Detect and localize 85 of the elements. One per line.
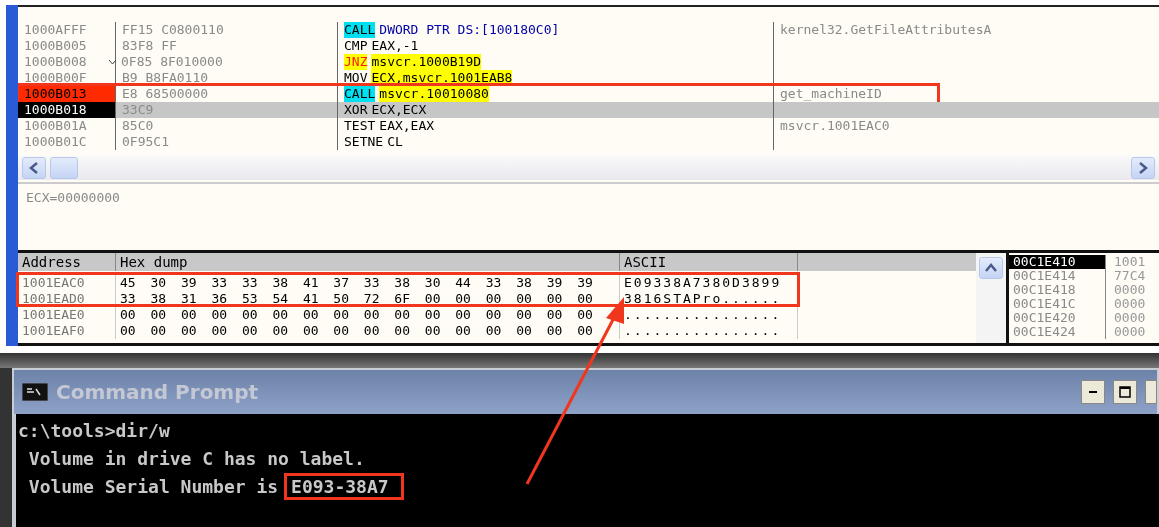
scroll-left-button[interactable] — [22, 156, 46, 179]
mnemonic: CMP — [344, 38, 368, 54]
hex-cell: E8 68500000 — [122, 86, 209, 102]
chevron-left-icon — [29, 161, 39, 174]
mnemonic: CALL — [344, 86, 376, 102]
console-icon — [22, 383, 48, 401]
address-cell: 1000B018 — [18, 102, 115, 118]
dump-row[interactable]: 1001EAF0 00 00 00 00 00 00 00 00 00 00 00 00 00 00 00 00 ................ — [18, 323, 976, 339]
mnemonic: XOR — [344, 102, 368, 118]
ascii-text: E09338A7380D3899 — [624, 275, 782, 290]
operand: DWORD PTR DS:[100180C0] — [379, 22, 560, 38]
mnemonic: CALL — [344, 22, 376, 38]
disassembly-row[interactable]: 1000B018 33C9 XOR ECX,ECX — [18, 102, 1159, 118]
stack-address: 00C1E424 — [1012, 325, 1077, 339]
address-cell: 1001EAC0 — [22, 275, 85, 290]
hex-cell: 0F85 8F010000 — [121, 54, 223, 70]
column-header[interactable]: ASCII — [620, 253, 798, 271]
hex-cell: 85C0 — [122, 118, 154, 134]
stack-address: 00C1E410 — [1009, 255, 1105, 269]
address-cell: 1001EAE0 — [22, 307, 85, 322]
stack-address: 00C1E414 — [1012, 269, 1077, 283]
stack-value: 0000 — [1105, 325, 1159, 339]
stack-address: 00C1E420 — [1012, 311, 1077, 325]
disassembly-row[interactable]: 1000AFFF FF15 C0800110 CALL DWORD PTR DS:[100180C0] kernel32.GetFileAttributesA — [18, 22, 1159, 38]
scroll-right-button[interactable] — [1131, 156, 1155, 179]
ascii-text: ................ — [624, 323, 782, 338]
operand: msvcr.1000B19D — [371, 54, 482, 70]
hex-cell: 33C9 — [122, 102, 154, 118]
address-cell-text: 1000AFFF — [23, 22, 88, 38]
hex-bytes: 00 00 00 00 00 00 00 00 00 00 00 00 00 00 00 00 — [120, 323, 593, 338]
address-cell-text: 1000B008 — [23, 54, 88, 70]
address-cell: 1001EAF0 — [22, 323, 85, 338]
stack-address: 00C1E418 — [1012, 283, 1077, 297]
mnemonic: SETNE — [344, 134, 384, 150]
address-cell-text: 1000B00F — [23, 70, 88, 86]
disassembly-row[interactable]: 1000B01A 85C0 TEST EAX,EAX msvcr.1001EAC0 — [18, 118, 1159, 134]
chevron-up-icon — [985, 263, 997, 273]
ascii-text: 3816STAPro...... — [624, 291, 782, 306]
hex-cell: FF15 C0800110 — [122, 22, 224, 38]
hex-cell: B9 B8FA0110 — [122, 70, 209, 86]
register-info: ECX=00000000 — [26, 190, 120, 205]
chevron-right-icon — [1138, 161, 1148, 174]
mnemonic: TEST — [344, 118, 376, 134]
address-cell-text: 1000B005 — [23, 38, 88, 54]
comment-cell: kernel32.GetFileAttributesA — [780, 22, 992, 38]
column-header[interactable]: Address — [18, 253, 116, 271]
comment-cell: get_machineID — [780, 86, 882, 102]
operand: EAX,EAX — [379, 118, 435, 134]
address-cell-text: 1000B01C — [23, 134, 88, 150]
ascii-text: ................ — [624, 307, 782, 322]
stack-value: 77C4 — [1105, 269, 1159, 283]
minimize-icon — [1088, 391, 1098, 393]
disassembly-row[interactable]: 1000B01C 0F95C1 SETNE CL — [18, 134, 1159, 150]
stack-row[interactable]: 00C1E410 1001 — [1009, 255, 1159, 269]
maximize-icon — [1119, 386, 1131, 398]
hex-cell: 83F8 FF — [122, 38, 177, 54]
comment-cell: msvcr.1001EAC0 — [780, 118, 890, 134]
operand: ECX,ECX — [371, 102, 427, 118]
scroll-up-button[interactable] — [979, 257, 1003, 279]
console-line: Volume Serial Number is — [27, 476, 279, 497]
stack-value: 0000 — [1105, 297, 1159, 311]
hex-bytes: 33 38 31 36 53 54 41 50 72 6F 00 00 00 00 00 00 — [120, 291, 593, 306]
address-cell: 1001EAD0 — [22, 291, 85, 306]
console-line: Volume in drive C has no label. — [27, 448, 365, 469]
stack-value: 0000 — [1105, 311, 1159, 325]
stack-address: 00C1E41C — [1012, 297, 1077, 311]
minimize-button[interactable] — [1081, 380, 1105, 404]
mnemonic: MOV — [344, 70, 368, 86]
scroll-thumb[interactable] — [50, 156, 78, 179]
address-cell-text: 1000B01A — [23, 118, 88, 134]
hex-bytes: 45 30 39 33 33 38 41 37 33 38 30 44 33 38 39 39 — [120, 275, 593, 290]
console-line: c:\tools>dir/w — [18, 420, 170, 441]
operand: msvcr.10010080 — [379, 86, 489, 102]
operand: CL — [387, 134, 403, 150]
operand: EAX,-1 — [371, 38, 419, 54]
hex-cell: 0F95C1 — [122, 134, 169, 150]
address-cell: 1000B013 — [18, 86, 115, 102]
close-button[interactable] — [1145, 380, 1157, 404]
stack-value: 0000 — [1105, 283, 1159, 297]
window-title: Command Prompt — [56, 380, 260, 404]
serial-number: E093-38A7 — [284, 473, 404, 500]
column-header[interactable]: Hex dump — [116, 253, 620, 271]
maximize-button[interactable] — [1113, 380, 1137, 404]
hex-bytes: 00 00 00 00 00 00 00 00 00 00 00 00 00 00 00 00 — [120, 307, 593, 322]
stack-value: 1001 — [1105, 255, 1159, 269]
